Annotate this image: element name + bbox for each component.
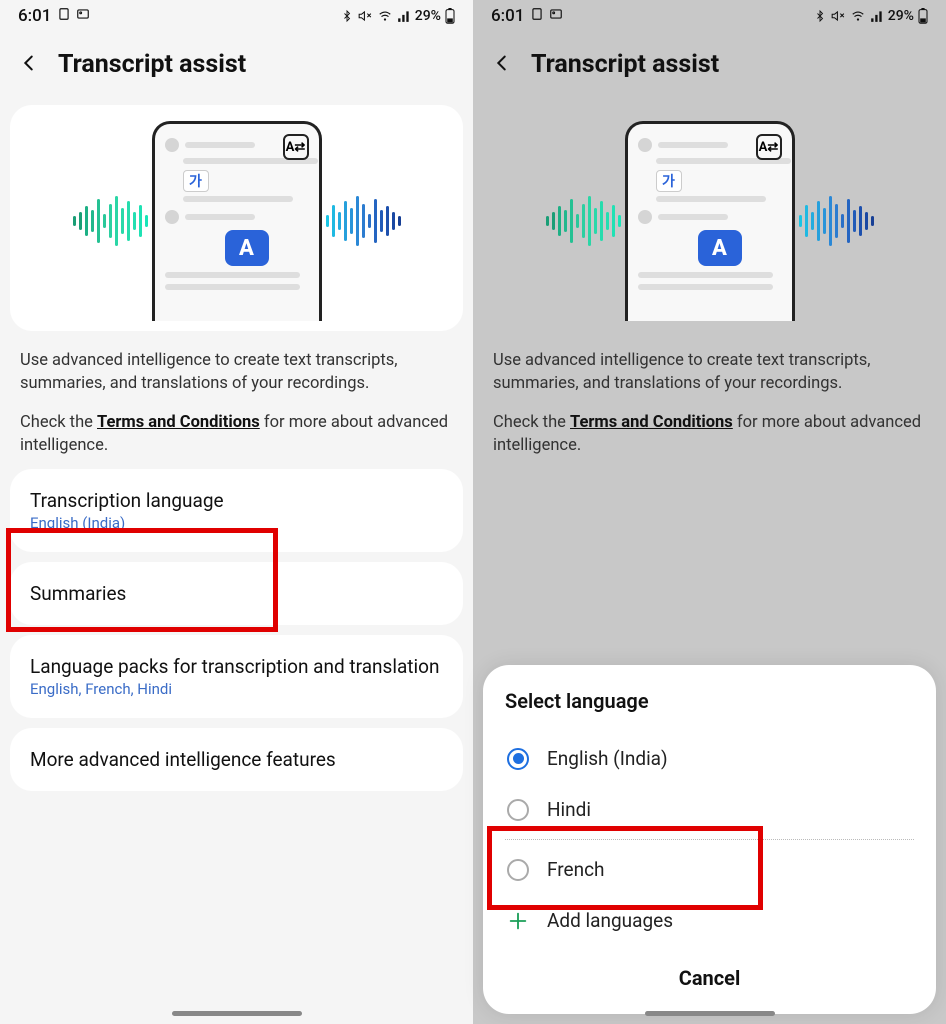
header: Transcript assist (0, 26, 473, 91)
setting-sub: English (India) (30, 514, 443, 532)
page-title: Transcript assist (58, 50, 246, 79)
waveform-right (326, 196, 401, 246)
radio-label: English (India) (547, 747, 668, 770)
radio-icon (507, 799, 529, 821)
signal-icon (397, 9, 411, 23)
hero-card: A⇄ 가 A (10, 105, 463, 331)
setting-title: Transcription language (30, 489, 443, 512)
setting-more-features[interactable]: More advanced intelligence features (10, 728, 463, 791)
setting-title: Language packs for transcription and tra… (30, 655, 443, 678)
sheet-title: Select language (505, 689, 914, 713)
illustration: A⇄ 가 A (22, 121, 451, 321)
battery-percent: 29% (415, 8, 441, 24)
setting-language-packs[interactable]: Language packs for transcription and tra… (10, 635, 463, 718)
radio-icon (507, 859, 529, 881)
setting-title: More advanced intelligence features (30, 748, 443, 771)
translate-icon: A⇄ (283, 134, 309, 160)
badge-a: A (225, 230, 269, 266)
divider (505, 839, 914, 840)
sheet-overlay[interactable]: Select language English (India) Hindi Fr… (473, 0, 946, 1024)
description-text: Use advanced intelligence to create text… (20, 349, 453, 395)
nav-bar[interactable] (645, 1011, 775, 1016)
terms-link[interactable]: Terms and Conditions (97, 413, 260, 432)
phone-outline: A⇄ 가 A (152, 121, 322, 321)
add-label: Add languages (547, 909, 673, 932)
setting-title: Summaries (30, 582, 443, 605)
status-left-icons (57, 6, 89, 26)
battery-icon (445, 8, 455, 24)
settings-list: Transcription language English (India) S… (10, 469, 463, 791)
badge-ga: 가 (183, 170, 209, 192)
wifi-icon (377, 9, 393, 23)
screen-right: 6:01 29% Transcript assist (473, 0, 946, 1024)
status-time: 6:01 (18, 6, 51, 26)
mute-icon (357, 9, 373, 23)
nav-bar[interactable] (172, 1011, 302, 1016)
radio-icon (507, 748, 529, 770)
radio-english-india[interactable]: English (India) (505, 733, 914, 784)
cancel-button[interactable]: Cancel (659, 956, 761, 1000)
terms-text: Check the Terms and Conditions for more … (20, 411, 453, 457)
add-languages[interactable]: Add languages (505, 895, 914, 946)
radio-hindi[interactable]: Hindi (505, 784, 914, 835)
back-icon[interactable] (18, 52, 40, 78)
setting-sub: English, French, Hindi (30, 680, 443, 698)
sheet-actions: Cancel (505, 956, 914, 1000)
bluetooth-icon (341, 9, 353, 23)
setting-transcription-language[interactable]: Transcription language English (India) (10, 469, 463, 552)
radio-label: Hindi (547, 798, 591, 821)
language-sheet: Select language English (India) Hindi Fr… (483, 665, 936, 1014)
plus-icon (507, 910, 529, 932)
radio-label: French (547, 858, 605, 881)
waveform-left (73, 196, 148, 246)
screen-left: 6:01 29% Transcript assist (0, 0, 473, 1024)
terms-prefix: Check the (20, 413, 97, 432)
setting-summaries[interactable]: Summaries (10, 562, 463, 625)
status-bar: 6:01 29% (0, 0, 473, 26)
radio-french[interactable]: French (505, 844, 914, 895)
status-right: 29% (341, 8, 455, 24)
